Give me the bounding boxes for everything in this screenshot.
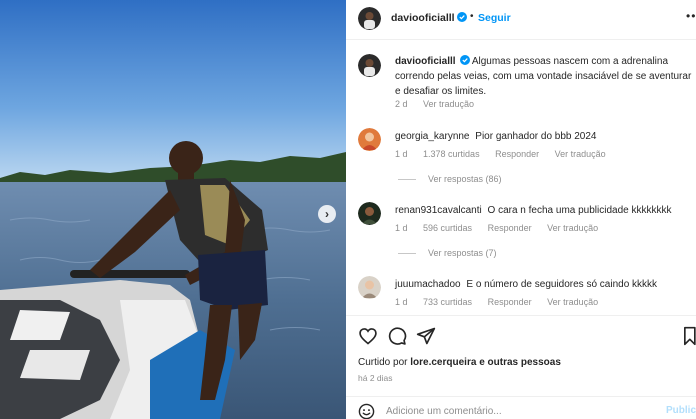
emoji-button[interactable] bbox=[358, 403, 375, 419]
post-timestamp: há 2 dias bbox=[358, 373, 393, 383]
avatar-image bbox=[358, 54, 381, 77]
see-translation-link[interactable]: Ver tradução bbox=[555, 149, 606, 159]
caption-meta: 2 d Ver tradução bbox=[395, 99, 487, 109]
comment-text-line: georgia_karynne Pior ganhador do bbb 202… bbox=[395, 131, 597, 142]
avatar-image bbox=[358, 7, 381, 30]
liked-by-user[interactable]: lore.cerqueira bbox=[410, 357, 476, 368]
share-button[interactable] bbox=[416, 326, 436, 346]
add-comment-row: Publicar bbox=[346, 396, 696, 419]
comment-age: 1 d bbox=[395, 297, 408, 307]
avatar-image bbox=[358, 128, 381, 151]
reply-button[interactable]: Responder bbox=[488, 223, 532, 233]
comment-text: Pior ganhador do bbb 2024 bbox=[475, 131, 597, 142]
paper-plane-icon bbox=[416, 327, 436, 345]
follow-button[interactable]: Seguir bbox=[478, 12, 511, 24]
comment-age: 1 d bbox=[395, 223, 408, 233]
verified-badge-icon bbox=[456, 12, 467, 22]
comment-text-line: renan931cavalcanti O cara n fecha uma pu… bbox=[395, 205, 672, 216]
chevron-right-icon: › bbox=[325, 207, 329, 221]
heart-icon bbox=[359, 328, 377, 345]
like-button[interactable] bbox=[358, 326, 378, 346]
avatar-image bbox=[358, 202, 381, 225]
liked-by-prefix: Curtido por bbox=[358, 357, 408, 368]
view-replies-button[interactable]: Ver respostas (86) bbox=[398, 174, 502, 184]
caption-age: 2 d bbox=[395, 99, 408, 109]
save-button[interactable] bbox=[682, 326, 696, 346]
caption-text-block: daviooficialll Algumas pessoas nascem co… bbox=[395, 54, 695, 99]
commenter-username[interactable]: juuumachadoo bbox=[395, 279, 461, 290]
author-avatar[interactable] bbox=[358, 7, 381, 30]
view-replies-label: Ver respostas (7) bbox=[428, 248, 497, 258]
reply-button[interactable]: Responder bbox=[495, 149, 539, 159]
see-translation-link[interactable]: Ver tradução bbox=[423, 99, 474, 109]
comment-text: O cara n fecha uma publicidade kkkkkkkk bbox=[487, 205, 672, 216]
comment-text: E o número de seguidores só caindo kkkkk bbox=[466, 279, 658, 290]
comment-likes[interactable]: 596 curtidas bbox=[423, 223, 472, 233]
see-translation-link[interactable]: Ver tradução bbox=[547, 297, 598, 307]
commenter-avatar[interactable] bbox=[358, 276, 381, 299]
replies-divider bbox=[398, 253, 416, 255]
publish-button[interactable]: Publicar bbox=[666, 405, 696, 416]
comment-input[interactable] bbox=[386, 403, 626, 419]
post-side-panel: daviooficialll • Seguir ••• daviooficial… bbox=[346, 0, 696, 419]
smiley-icon bbox=[358, 403, 375, 419]
comment-button[interactable] bbox=[387, 326, 407, 346]
liked-by-line: Curtido por lore.cerqueira e outras pess… bbox=[358, 357, 561, 368]
comment-meta: 1 d 733 curtidas Responder Ver tradução bbox=[395, 297, 611, 307]
comment-meta: 1 d 596 curtidas Responder Ver tradução bbox=[395, 223, 611, 233]
reply-button[interactable]: Responder bbox=[488, 297, 532, 307]
comment-age: 1 d bbox=[395, 149, 408, 159]
commenter-avatar[interactable] bbox=[358, 128, 381, 151]
post-photo[interactable]: › bbox=[0, 0, 346, 419]
author-username: daviooficialll bbox=[391, 12, 455, 24]
author-username-link[interactable]: daviooficialll bbox=[391, 12, 467, 24]
more-options-icon[interactable]: ••• bbox=[686, 9, 696, 23]
caption-username[interactable]: daviooficialll bbox=[395, 56, 456, 67]
jetski-photo-illustration bbox=[0, 0, 346, 419]
verified-badge-icon bbox=[459, 55, 470, 65]
avatar-image bbox=[358, 276, 381, 299]
comment-likes[interactable]: 1.378 curtidas bbox=[423, 149, 480, 159]
header-separator: • bbox=[470, 11, 474, 22]
view-replies-label: Ver respostas (86) bbox=[428, 174, 502, 184]
carousel-next-button[interactable]: › bbox=[318, 205, 336, 223]
commenter-username[interactable]: renan931cavalcanti bbox=[395, 205, 482, 216]
replies-divider bbox=[398, 179, 416, 181]
liked-by-others[interactable]: e outras pessoas bbox=[479, 357, 561, 368]
view-replies-button[interactable]: Ver respostas (7) bbox=[398, 248, 497, 258]
commenter-username[interactable]: georgia_karynne bbox=[395, 131, 470, 142]
post-header: daviooficialll • Seguir ••• bbox=[346, 0, 696, 40]
comment-bubble-icon bbox=[388, 327, 407, 345]
comment-likes[interactable]: 733 curtidas bbox=[423, 297, 472, 307]
comment-text-line: juuumachadoo E o número de seguidores só… bbox=[395, 279, 657, 290]
caption-author-avatar[interactable] bbox=[358, 54, 381, 77]
see-translation-link[interactable]: Ver tradução bbox=[547, 223, 598, 233]
bookmark-icon bbox=[683, 326, 696, 346]
commenter-avatar[interactable] bbox=[358, 202, 381, 225]
comment-meta: 1 d 1.378 curtidas Responder Ver traduçã… bbox=[395, 149, 619, 159]
post-actions: Curtido por lore.cerqueira e outras pess… bbox=[346, 315, 696, 419]
